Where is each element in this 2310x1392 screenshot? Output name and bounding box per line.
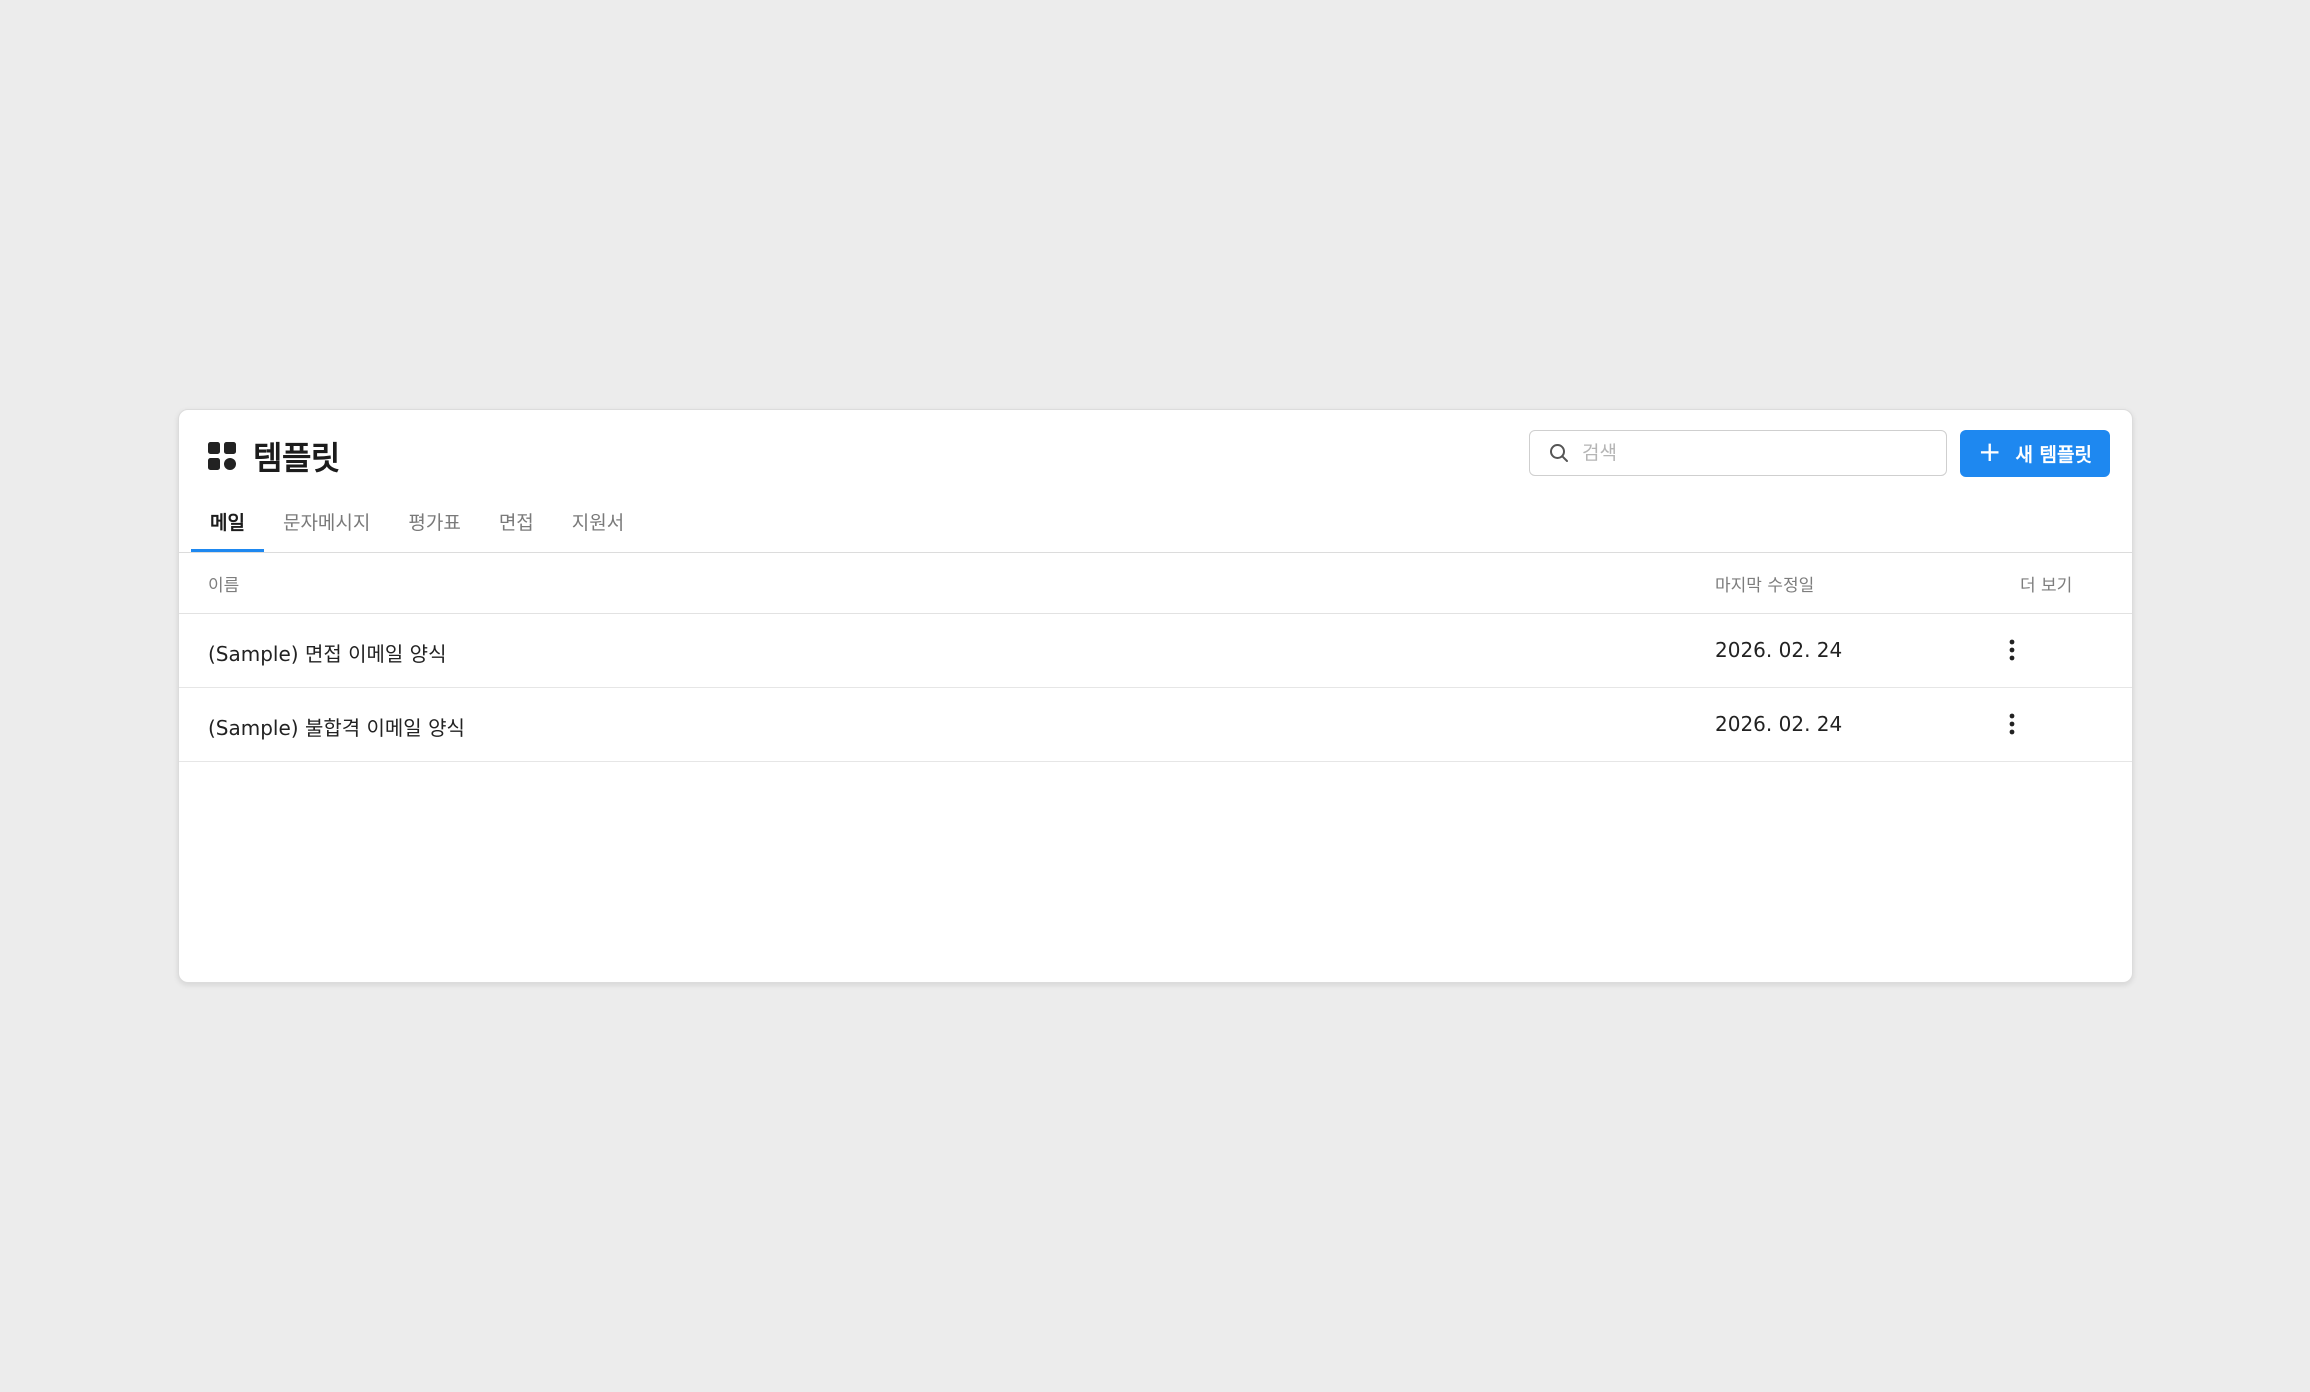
table-header: 이름 마지막 수정일 더 보기 [179,553,2132,614]
table-row[interactable]: (Sample) 면접 이메일 양식 2026. 02. 24 [179,614,2132,688]
column-header-more: 더 보기 [2020,576,2073,596]
tab-scorecard[interactable]: 평가표 [389,502,479,552]
tab-text-message[interactable]: 문자메시지 [264,502,389,552]
search-box[interactable] [1529,430,1947,476]
table-row[interactable]: (Sample) 불합격 이메일 양식 2026. 02. 24 [179,688,2132,762]
tab-application[interactable]: 지원서 [553,502,643,552]
tab-mail[interactable]: 메일 [191,502,264,552]
more-vertical-icon[interactable] [2000,636,2024,664]
title-row: 템플릿 [207,436,340,477]
last-modified-date: 2026. 02. 24 [1715,638,1843,662]
plus-icon: + [1977,435,2002,468]
templates-panel: 템플릿 + 새 템플릿 메일 문자메시지 평가표 면접 지원서 이름 마지막 수… [178,409,2133,983]
search-input[interactable] [1580,441,1944,465]
column-header-name[interactable]: 이름 [208,571,239,596]
template-tabs: 메일 문자메시지 평가표 면접 지원서 [191,502,643,552]
grid-icon [208,442,236,470]
search-icon [1550,444,1568,462]
more-vertical-icon[interactable] [2000,710,2024,738]
tab-interview[interactable]: 면접 [480,502,553,552]
page-title: 템플릿 [253,439,340,477]
column-header-last-modified[interactable]: 마지막 수정일 [1715,571,1814,596]
last-modified-date: 2026. 02. 24 [1715,712,1843,736]
template-name[interactable]: (Sample) 불합격 이메일 양식 [208,712,465,741]
new-template-button[interactable]: + 새 템플릿 [1960,430,2110,477]
template-name[interactable]: (Sample) 면접 이메일 양식 [208,638,446,667]
new-template-label: 새 템플릿 [2015,444,2092,466]
